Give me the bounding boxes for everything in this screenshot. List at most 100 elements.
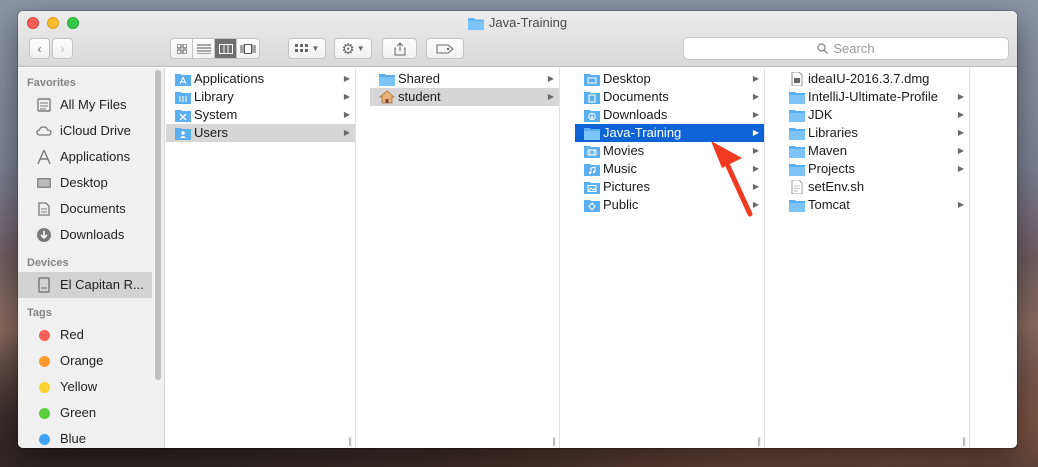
column-item-downloads[interactable]: Downloads ▶ <box>575 106 764 124</box>
column-item-label: Library <box>194 89 234 104</box>
tag-label: Blue <box>60 431 87 446</box>
system-folder-icon <box>175 110 191 122</box>
chevron-left-icon: ‹ <box>37 41 42 56</box>
column-item-shared[interactable]: Shared ▶ <box>370 70 559 88</box>
column-item-label: ideaIU-2016.3.7.dmg <box>808 71 930 86</box>
yellow-tag-dot-icon <box>39 382 50 393</box>
sidebar-item-downloads[interactable]: Downloads <box>18 222 164 248</box>
gear-icon: ⚙ <box>341 40 355 58</box>
chevron-down-icon: ▼ <box>356 44 365 53</box>
disclosure-arrow-icon: ▶ <box>343 92 350 101</box>
column-item-system[interactable]: System ▶ <box>166 106 355 124</box>
column-item-student[interactable]: student ▶ <box>370 88 559 106</box>
column-resize-handle[interactable]: || <box>962 436 966 446</box>
disclosure-arrow-icon: ▶ <box>343 128 350 137</box>
column-item-tomcat[interactable]: Tomcat ▶ <box>780 196 969 214</box>
column-item-maven[interactable]: Maven ▶ <box>780 142 969 160</box>
disclosure-arrow-icon: ▶ <box>343 110 350 119</box>
column-item-label: System <box>194 107 238 122</box>
forward-button[interactable]: › <box>52 38 73 59</box>
window-title-text: Java-Training <box>488 15 568 30</box>
sidebar-tag-orange[interactable]: Orange <box>18 348 164 374</box>
column-item-desktop[interactable]: Desktop ▶ <box>575 70 764 88</box>
disclosure-arrow-icon: ▶ <box>547 74 554 83</box>
search-field[interactable]: Search <box>683 37 1009 60</box>
column-item-label: student <box>398 89 441 104</box>
tag-label: Green <box>60 405 97 420</box>
column-resize-handle[interactable]: || <box>348 436 352 446</box>
folder-icon <box>789 146 805 158</box>
column-item-label: Desktop <box>603 71 651 86</box>
all-files-icon <box>37 98 51 112</box>
icon-view-button[interactable] <box>171 39 193 58</box>
annotation-arrow-icon <box>711 141 753 217</box>
list-view-button[interactable] <box>193 39 215 58</box>
sidebar-item-label: Downloads <box>60 227 125 242</box>
cover-flow-button[interactable] <box>237 39 259 58</box>
chevron-down-icon: ▼ <box>311 44 320 53</box>
disclosure-arrow-icon: ▶ <box>752 74 759 83</box>
sidebar-item-applications[interactable]: Applications <box>18 144 164 170</box>
downloads-icon <box>37 228 51 242</box>
shell-script-file-icon <box>791 180 803 194</box>
search-icon <box>817 43 829 54</box>
sidebar-tag-blue[interactable]: Blue <box>18 426 164 448</box>
disclosure-arrow-icon: ▶ <box>957 164 964 173</box>
column-item-label: setEnv.sh <box>808 179 865 194</box>
column-resize-handle[interactable]: || <box>552 436 556 446</box>
view-mode-switcher <box>170 38 260 59</box>
folder-icon <box>789 200 805 212</box>
sidebar-item-el-capitan[interactable]: El Capitan R... <box>18 272 152 298</box>
arrange-icon <box>294 43 308 52</box>
sidebar-item-icloud-drive[interactable]: iCloud Drive <box>18 118 164 144</box>
column-item-libraries[interactable]: Libraries ▶ <box>780 124 969 142</box>
documents-icon <box>38 202 50 216</box>
column-item-label: Downloads <box>603 107 668 122</box>
column-resize-handle[interactable]: || <box>757 436 761 446</box>
column-item-label: Pictures <box>603 179 650 194</box>
column-item-setenv-sh[interactable]: setEnv.sh <box>780 178 969 196</box>
sidebar-tag-green[interactable]: Green <box>18 400 164 426</box>
column-item-label: Libraries <box>808 125 858 140</box>
folder-icon <box>789 164 805 176</box>
column-item-label: Tomcat <box>808 197 850 212</box>
folder-icon <box>789 110 805 122</box>
sidebar-item-desktop[interactable]: Desktop <box>18 170 164 196</box>
column-item-users[interactable]: Users ▶ <box>166 124 355 142</box>
column-item-library[interactable]: Library ▶ <box>166 88 355 106</box>
disclosure-arrow-icon: ▶ <box>957 146 964 155</box>
arrange-button[interactable]: ▼ <box>288 38 326 59</box>
desktop-icon <box>37 178 51 188</box>
red-tag-dot-icon <box>39 330 50 341</box>
edit-tags-button[interactable] <box>426 38 464 59</box>
action-button[interactable]: ⚙ ▼ <box>334 38 372 59</box>
disk-icon <box>38 277 50 293</box>
column-item-label: Maven <box>808 143 848 158</box>
folder-icon <box>789 92 805 104</box>
disclosure-arrow-icon: ▶ <box>957 110 964 119</box>
orange-tag-dot-icon <box>39 356 50 367</box>
sidebar-item-label: All My Files <box>60 97 127 112</box>
column-view-button[interactable] <box>215 39 237 58</box>
back-button[interactable]: ‹ <box>29 38 50 59</box>
column-student: Desktop ▶ Documents ▶ Downloads ▶ Java-Trai… <box>575 68 765 448</box>
column-item-documents[interactable]: Documents ▶ <box>575 88 764 106</box>
column-item-intellij-profile[interactable]: IntelliJ-Ultimate-Profile ▶ <box>780 88 969 106</box>
sidebar-item-documents[interactable]: Documents <box>18 196 164 222</box>
column-item-ideaiu-dmg[interactable]: ideaIU-2016.3.7.dmg <box>780 70 969 88</box>
column-item-applications[interactable]: Applications ▶ <box>166 70 355 88</box>
sidebar-item-all-my-files[interactable]: All My Files <box>18 92 164 118</box>
share-button[interactable] <box>382 38 417 59</box>
column-item-label: Users <box>194 125 228 140</box>
disclosure-arrow-icon: ▶ <box>957 200 964 209</box>
finder-window: Java-Training ‹ › ▼ ⚙ ▼ Search Favorites… <box>18 11 1017 448</box>
library-folder-icon <box>175 92 191 104</box>
sidebar: Favorites All My Files iCloud Drive Appl… <box>18 68 165 448</box>
desktop-folder-icon <box>584 74 600 86</box>
sidebar-tag-red[interactable]: Red <box>18 322 164 348</box>
column-item-label: JDK <box>808 107 833 122</box>
column-item-jdk[interactable]: JDK ▶ <box>780 106 969 124</box>
disclosure-arrow-icon: ▶ <box>752 92 759 101</box>
column-item-projects[interactable]: Projects ▶ <box>780 160 969 178</box>
sidebar-tag-yellow[interactable]: Yellow <box>18 374 164 400</box>
